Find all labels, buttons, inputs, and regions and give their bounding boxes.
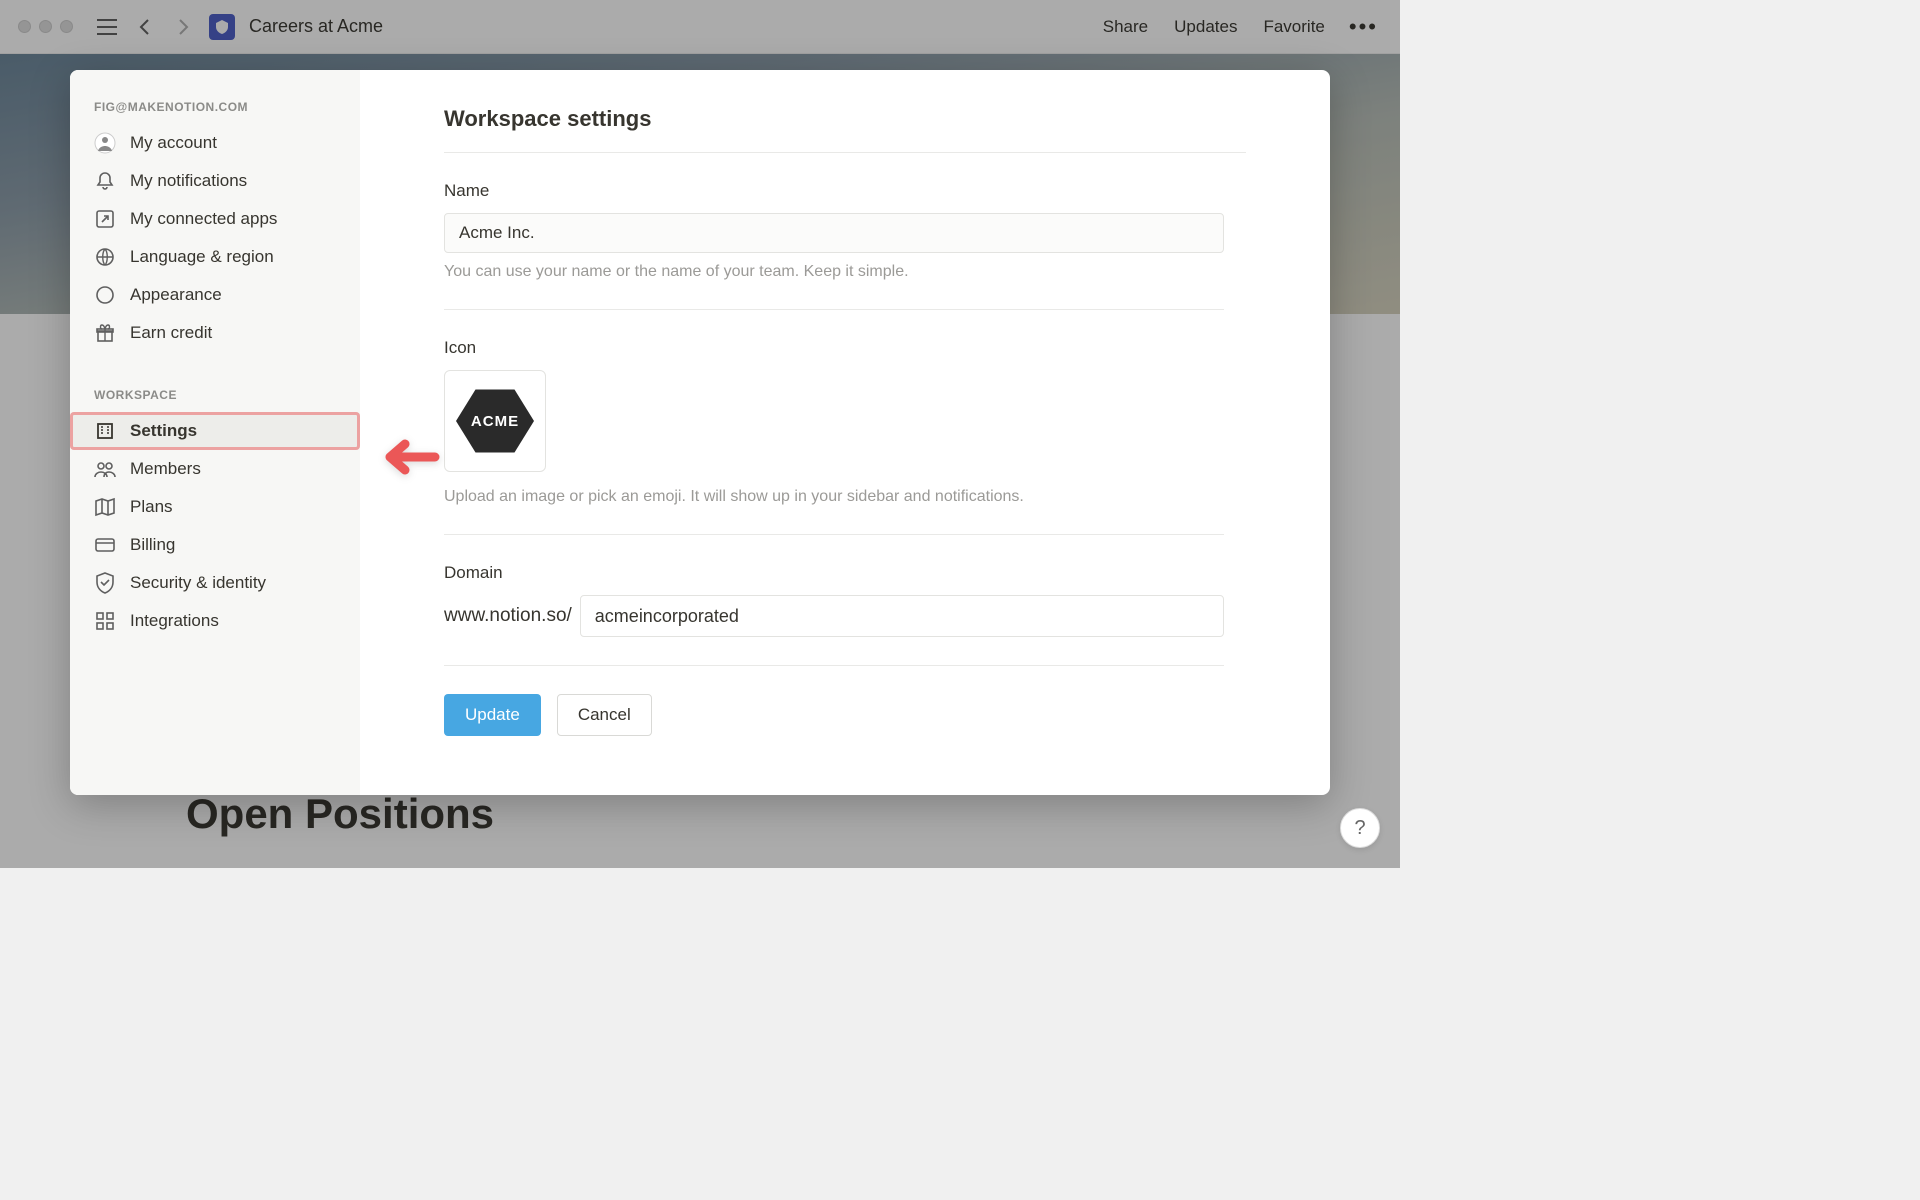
sidebar-item-my-account[interactable]: My account — [70, 124, 360, 162]
settings-title: Workspace settings — [444, 106, 1246, 132]
workspace-icon-image: ACME — [456, 386, 534, 456]
sidebar-item-label: My connected apps — [130, 209, 277, 229]
sidebar-item-billing[interactable]: Billing — [70, 526, 360, 564]
workspace-icon-picker[interactable]: ACME — [444, 370, 546, 472]
sidebar-item-label: Language & region — [130, 247, 274, 267]
sidebar-item-label: Plans — [130, 497, 173, 517]
sidebar-item-security[interactable]: Security & identity — [70, 564, 360, 602]
icon-label: Icon — [444, 338, 1246, 358]
settings-panel: Workspace settings Name You can use your… — [360, 70, 1330, 795]
icon-help-text: Upload an image or pick an emoji. It wil… — [444, 488, 1246, 506]
help-button[interactable]: ? — [1340, 808, 1380, 848]
workspace-name-input[interactable] — [444, 213, 1224, 253]
moon-icon — [94, 284, 116, 306]
avatar-icon — [94, 132, 116, 154]
sidebar-account-header: FIG@MAKENOTION.COM — [70, 94, 360, 124]
building-icon — [94, 420, 116, 442]
sidebar-item-members[interactable]: Members — [70, 450, 360, 488]
sidebar-workspace-header: WORKSPACE — [70, 382, 360, 412]
update-button[interactable]: Update — [444, 694, 541, 736]
sidebar-item-label: Members — [130, 459, 201, 479]
settings-modal: FIG@MAKENOTION.COM My account My notific… — [70, 70, 1330, 795]
credit-card-icon — [94, 534, 116, 556]
sidebar-item-integrations[interactable]: Integrations — [70, 602, 360, 640]
grid-icon — [94, 610, 116, 632]
domain-input[interactable] — [580, 595, 1224, 637]
domain-prefix: www.notion.so/ — [444, 605, 572, 627]
globe-icon — [94, 246, 116, 268]
sidebar-item-label: My account — [130, 133, 217, 153]
map-icon — [94, 496, 116, 518]
name-label: Name — [444, 181, 1246, 201]
sidebar-item-language[interactable]: Language & region — [70, 238, 360, 276]
cancel-button[interactable]: Cancel — [557, 694, 652, 736]
sidebar-item-appearance[interactable]: Appearance — [70, 276, 360, 314]
sidebar-item-label: Appearance — [130, 285, 222, 305]
annotation-arrow-icon — [370, 432, 440, 482]
bell-icon — [94, 170, 116, 192]
divider — [444, 152, 1246, 153]
sidebar-item-notifications[interactable]: My notifications — [70, 162, 360, 200]
domain-label: Domain — [444, 563, 1246, 583]
sidebar-item-settings[interactable]: Settings — [70, 412, 360, 450]
shield-icon — [94, 572, 116, 594]
divider — [444, 665, 1224, 666]
sidebar-item-label: Integrations — [130, 611, 219, 631]
sidebar-item-label: Settings — [130, 421, 197, 441]
sidebar-item-connected-apps[interactable]: My connected apps — [70, 200, 360, 238]
sidebar-item-earn-credit[interactable]: Earn credit — [70, 314, 360, 352]
divider — [444, 309, 1224, 310]
sidebar-item-plans[interactable]: Plans — [70, 488, 360, 526]
sidebar-item-label: Earn credit — [130, 323, 212, 343]
people-icon — [94, 458, 116, 480]
sidebar-item-label: Billing — [130, 535, 175, 555]
divider — [444, 534, 1224, 535]
external-link-icon — [94, 208, 116, 230]
settings-sidebar: FIG@MAKENOTION.COM My account My notific… — [70, 70, 360, 795]
name-help-text: You can use your name or the name of you… — [444, 263, 1246, 281]
sidebar-item-label: Security & identity — [130, 573, 266, 593]
gift-icon — [94, 322, 116, 344]
sidebar-item-label: My notifications — [130, 171, 247, 191]
